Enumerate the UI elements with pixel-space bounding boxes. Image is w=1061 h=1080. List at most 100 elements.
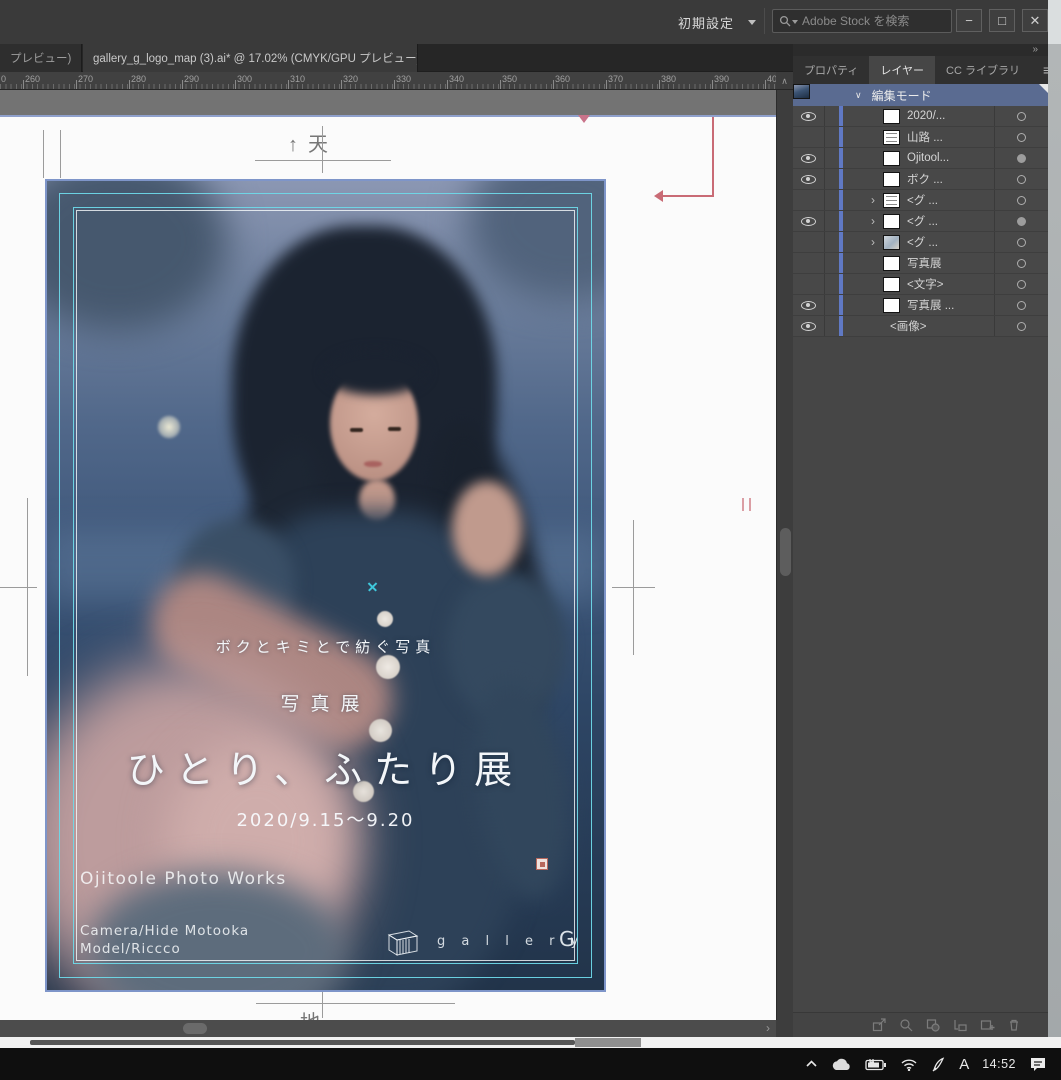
target-circle-icon <box>1017 238 1026 247</box>
layers-edit-mode-header[interactable]: ∨ 編集モード <box>793 84 1048 106</box>
document-tab-active[interactable]: gallery_g_logo_map (3).ai* @ 17.02% (CMY… <box>83 44 418 72</box>
expand-chevron-icon[interactable]: › <box>843 190 883 211</box>
chevron-down-icon <box>748 20 756 25</box>
layer-target-cell[interactable] <box>994 295 1048 315</box>
target-circle-icon <box>1017 196 1026 205</box>
horizontal-scrollbar[interactable]: › <box>0 1020 776 1037</box>
expand-chevron-icon[interactable]: › <box>843 232 883 253</box>
artboard-canvas[interactable]: ↑天 地 <box>0 90 776 1020</box>
tab-cc-libraries[interactable]: CC ライブラリ <box>935 56 1031 84</box>
layer-target-cell[interactable] <box>994 274 1048 294</box>
document-tab[interactable]: プレビュー) × <box>0 44 82 72</box>
layer-row[interactable]: › <グ ... <box>793 232 1048 253</box>
tab-layers[interactable]: レイヤー <box>869 56 935 84</box>
visibility-toggle[interactable] <box>793 148 825 168</box>
layer-row[interactable]: <画像> <box>793 316 1048 337</box>
new-layer-icon[interactable] <box>979 1017 995 1033</box>
poster-credit-camera: Camera/Hide Motooka <box>80 923 249 939</box>
target-circle-icon <box>1017 280 1026 289</box>
layer-color-bar <box>839 169 843 189</box>
maximize-button[interactable]: □ <box>989 9 1015 32</box>
layer-target-cell[interactable] <box>994 106 1048 126</box>
layer-thumbnail <box>883 151 900 166</box>
layer-target-cell[interactable] <box>994 316 1048 336</box>
layer-row[interactable]: ›<グ ... <box>793 211 1048 232</box>
photo-eye-right <box>388 427 401 431</box>
panel-menu-icon[interactable]: ≡ <box>1031 56 1048 84</box>
pen-input-icon[interactable] <box>931 1057 946 1072</box>
layer-thumbnail <box>883 172 900 187</box>
expand-chevron-icon[interactable]: › <box>843 211 883 232</box>
tab-properties[interactable]: プロパティ <box>793 56 869 84</box>
visibility-toggle[interactable] <box>793 253 825 273</box>
layer-thumbnail <box>883 214 900 229</box>
visibility-toggle[interactable] <box>793 274 825 294</box>
poster-credit-model: Model/Riccco <box>80 941 181 957</box>
poster-artwork[interactable]: ボクとキミとで紡ぐ写真 写真展 ひとり、ふたり展 2020/9.15〜9.20 … <box>47 181 604 990</box>
layer-row[interactable]: 山路 ... <box>793 127 1048 148</box>
layer-name: 写真展 ... <box>900 297 994 313</box>
layer-row-gap <box>825 211 839 231</box>
new-sublayer-icon[interactable] <box>952 1017 968 1033</box>
workspace-preset-dropdown[interactable]: 初期設定 <box>678 13 734 32</box>
layer-name: <グ ... <box>900 234 994 250</box>
ruler-major-tick <box>288 80 289 89</box>
ruler-label: 280 <box>131 74 146 84</box>
layer-target-cell[interactable] <box>994 232 1048 252</box>
notification-center-icon[interactable] <box>1029 1056 1047 1072</box>
visibility-toggle[interactable] <box>793 106 825 126</box>
onedrive-cloud-icon[interactable] <box>831 1057 852 1071</box>
layer-row[interactable]: 写真展 ... <box>793 295 1048 316</box>
clock[interactable]: 14:52 <box>982 1057 1016 1071</box>
gallery-logo: g a l l e r y <box>383 925 584 957</box>
layer-thumbnail <box>883 109 900 124</box>
layer-row[interactable]: Ojitool... <box>793 148 1048 169</box>
layer-target-cell[interactable] <box>994 127 1048 147</box>
visibility-toggle[interactable] <box>793 211 825 231</box>
layer-target-cell[interactable] <box>994 148 1048 168</box>
search-icon <box>779 15 791 27</box>
layer-row[interactable]: 2020/... <box>793 106 1048 127</box>
layer-target-cell[interactable] <box>994 253 1048 273</box>
make-clipping-mask-icon[interactable] <box>925 1017 941 1033</box>
wifi-icon[interactable] <box>900 1058 918 1071</box>
stock-search-box[interactable] <box>772 9 952 33</box>
ruler-label: 330 <box>396 74 411 84</box>
scroll-up-arrow[interactable]: ∧ <box>776 72 793 90</box>
layer-target-cell[interactable] <box>994 190 1048 210</box>
layer-target-cell[interactable] <box>994 211 1048 231</box>
collect-for-export-icon[interactable] <box>871 1017 887 1033</box>
layer-row[interactable]: <文字> <box>793 274 1048 295</box>
layer-target-cell[interactable] <box>994 169 1048 189</box>
ime-mode-indicator[interactable]: A <box>959 1056 969 1073</box>
vertical-scrollbar[interactable] <box>776 90 793 1020</box>
panel-expand-strip[interactable]: » <box>793 44 1048 56</box>
close-button[interactable]: ✕ <box>1022 9 1048 32</box>
visibility-toggle[interactable] <box>793 316 825 336</box>
minimize-button[interactable]: − <box>956 9 982 32</box>
tray-expand-chevron-icon[interactable] <box>805 1059 818 1069</box>
ruler-major-tick <box>659 80 660 89</box>
chevron-down-icon: ∨ <box>855 90 862 101</box>
scroll-right-arrow[interactable]: › <box>766 1020 770 1037</box>
layer-color-bar <box>839 148 843 168</box>
vertical-scroll-thumb[interactable] <box>780 528 791 576</box>
layer-row[interactable]: ›<グ ... <box>793 190 1048 211</box>
gallery-cube-icon <box>383 925 423 957</box>
visibility-toggle[interactable] <box>793 127 825 147</box>
locate-object-icon[interactable] <box>898 1017 914 1033</box>
visibility-toggle[interactable] <box>793 232 825 252</box>
visibility-toggle[interactable] <box>793 169 825 189</box>
ruler-label: 390 <box>714 74 729 84</box>
layer-row[interactable]: 写真展 <box>793 253 1048 274</box>
search-input[interactable] <box>802 14 945 28</box>
visibility-toggle[interactable] <box>793 295 825 315</box>
close-tab-icon[interactable]: × <box>80 51 82 65</box>
delete-layer-icon[interactable] <box>1006 1017 1022 1033</box>
battery-icon[interactable] <box>865 1058 887 1071</box>
visibility-toggle[interactable] <box>793 190 825 210</box>
artboard-top-edge <box>0 115 776 117</box>
ruler-label: 370 <box>608 74 623 84</box>
horizontal-scroll-thumb[interactable] <box>183 1023 207 1034</box>
layer-row[interactable]: ボク ... <box>793 169 1048 190</box>
